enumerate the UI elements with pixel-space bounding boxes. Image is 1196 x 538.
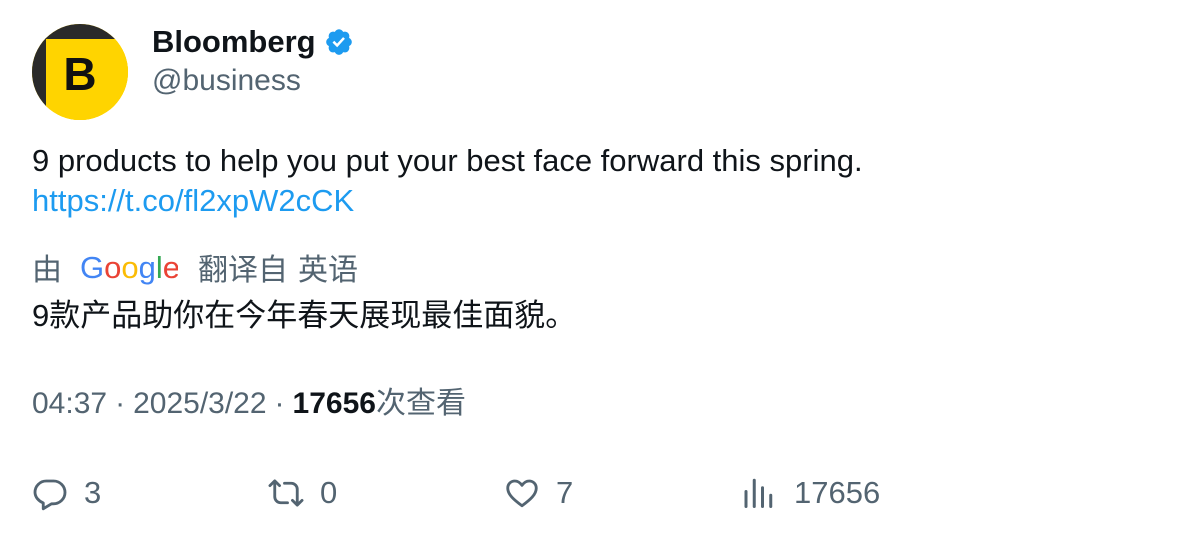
tweet-body: 9 products to help you put your best fac… (32, 143, 863, 178)
meta-separator: · (115, 387, 126, 420)
views-count: 17656 (794, 475, 881, 510)
svg-text:Google: Google (80, 250, 178, 285)
source-language: 英语 (298, 254, 358, 287)
retweet-button[interactable]: 0 (268, 468, 337, 518)
author-name-row: Bloomberg (152, 22, 354, 62)
view-count: 17656 (292, 387, 376, 420)
translation-attribution: 由 Google 翻译自 英语 (32, 247, 358, 287)
like-button[interactable]: 7 (504, 468, 573, 518)
tweet-card: B Bloomberg @business 9 products to help… (0, 0, 1196, 538)
tweet-link[interactable]: https://t.co/fl2xpW2cCK (32, 181, 863, 221)
google-logo-icon[interactable]: Google (80, 249, 180, 285)
tweet-time[interactable]: 04:37 (32, 387, 107, 420)
bloomberg-logo-icon: B (32, 24, 128, 120)
retweet-icon (268, 475, 304, 511)
translated-from-label: 翻译自 (198, 254, 288, 287)
author-name[interactable]: Bloomberg (152, 22, 316, 62)
like-count: 7 (556, 475, 574, 510)
avatar[interactable]: B (32, 24, 128, 120)
retweet-count: 0 (320, 475, 338, 510)
views-button[interactable]: 17656 (740, 468, 880, 518)
tweet-date[interactable]: 2025/3/22 (133, 387, 266, 420)
reply-count: 3 (84, 475, 102, 510)
tweet-meta: 04:37 · 2025/3/22 · 17656次查看 (32, 384, 466, 424)
analytics-icon (740, 475, 776, 511)
action-bar: 3 0 7 17656 (0, 468, 1196, 518)
views-label: 次查看 (375, 387, 466, 420)
tweet-text: 9 products to help you put your best fac… (32, 141, 863, 221)
svg-text:B: B (63, 48, 96, 100)
translated-text: 9款产品助你在今年春天展现最佳面貌。 (32, 298, 577, 333)
reply-icon (32, 475, 68, 511)
translate-by-label: 由 (32, 254, 62, 287)
verified-badge-icon[interactable] (324, 27, 354, 57)
heart-icon (504, 475, 540, 511)
meta-separator: · (274, 387, 285, 420)
author-handle[interactable]: @business (152, 62, 301, 100)
reply-button[interactable]: 3 (32, 468, 101, 518)
